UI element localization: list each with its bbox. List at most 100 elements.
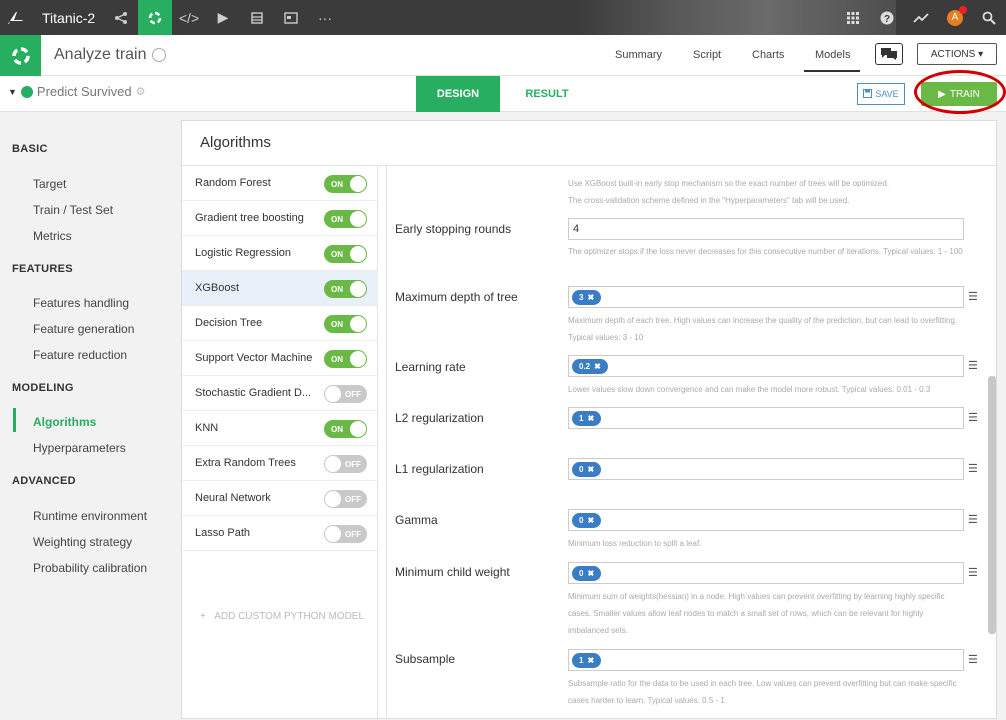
l1-regularization-input[interactable]: 0 ✖ [568,458,964,480]
algorithm-toggle[interactable]: OFF [324,385,367,403]
list-mode-icon[interactable]: ☰ [968,411,978,424]
run-icon[interactable]: ▶ [206,0,240,35]
user-avatar[interactable]: A [938,0,972,35]
list-mode-icon[interactable]: ☰ [968,566,978,579]
sidebar-item-algorithms[interactable]: Algorithms [33,415,96,429]
tab-models[interactable]: Models [804,49,860,72]
more-icon[interactable]: ··· [308,0,342,35]
design-tab[interactable]: DESIGN [416,76,500,112]
value-chip[interactable]: 0 ✖ [572,513,602,528]
algorithm-toggle[interactable]: ON [324,210,367,228]
algorithm-item[interactable]: Extra Random Trees OFF [182,446,378,481]
dashboard-icon[interactable] [274,0,308,35]
sidebar-item-feature-reduction[interactable]: Feature reduction [33,348,127,362]
notebook-icon[interactable] [240,0,274,35]
analysis-icon[interactable] [138,0,172,35]
apps-grid-icon[interactable] [836,0,870,35]
list-mode-icon[interactable]: ☰ [968,290,978,303]
task-selector[interactable]: ▼ Predict Survived ⚙ [8,84,145,99]
search-icon[interactable] [972,0,1006,35]
algorithm-toggle[interactable]: ON [324,350,367,368]
remove-chip-icon[interactable]: ✖ [587,465,594,474]
algorithm-toggle[interactable]: OFF [324,490,367,508]
algorithm-item[interactable]: Stochastic Gradient D... OFF [182,376,378,411]
code-icon[interactable]: </> [172,0,206,35]
save-button[interactable]: SAVE [857,83,905,105]
algorithm-toggle[interactable]: ON [324,245,367,263]
list-mode-icon[interactable]: ☰ [968,462,978,475]
algorithm-toggle[interactable]: OFF [324,455,367,473]
remove-chip-icon[interactable]: ✖ [587,569,594,578]
actions-dropdown[interactable]: ACTIONS ▾ [917,43,997,65]
algorithm-toggle[interactable]: ON [324,315,367,333]
subsample-input[interactable]: 1 ✖ [568,649,964,671]
value-chip[interactable]: 0 ✖ [572,462,602,477]
section-modeling: MODELING [12,382,74,394]
min-child-weight-input[interactable]: 0 ✖ [568,562,964,584]
sidebar-item-target[interactable]: Target [33,177,66,191]
sidebar-item-features-handling[interactable]: Features handling [33,296,129,310]
l1-regularization-label: L1 regularization [395,462,484,476]
l2-regularization-input[interactable]: 1 ✖ [568,407,964,429]
remove-chip-icon[interactable]: ✖ [594,362,601,371]
max-depth-input[interactable]: 3 ✖ [568,286,964,308]
algorithm-item[interactable]: KNN ON [182,411,378,446]
discussions-icon[interactable] [875,43,903,65]
tab-charts[interactable]: Charts [752,49,784,61]
remove-chip-icon[interactable]: ✖ [587,414,594,423]
help-icon[interactable]: ? [870,0,904,35]
flow-icon[interactable] [104,0,138,35]
sidebar-item-runtime-environment[interactable]: Runtime environment [33,509,147,523]
list-mode-icon[interactable]: ☰ [968,359,978,372]
sidebar-item-probability-calibration[interactable]: Probability calibration [33,561,147,575]
algorithm-item-selected[interactable]: XGBoost ON [182,271,378,306]
sidebar-item-feature-generation[interactable]: Feature generation [33,322,134,336]
algorithm-toggle[interactable]: ON [324,175,367,193]
add-custom-model-button[interactable]: + ADD CUSTOM PYTHON MODEL [200,611,364,622]
algorithm-name: XGBoost [195,282,240,294]
dataiku-logo-icon[interactable] [0,0,30,35]
algorithm-item[interactable]: Support Vector Machine ON [182,341,378,376]
algorithm-item[interactable]: Decision Tree ON [182,306,378,341]
remove-chip-icon[interactable]: ✖ [587,516,594,525]
algorithm-toggle[interactable]: ON [324,420,367,438]
value-chip[interactable]: 1 ✖ [572,411,602,426]
algorithm-item[interactable]: Gradient tree boosting ON [182,201,378,236]
analysis-header: Analyze train Summary Script Charts Mode… [0,35,1006,76]
remove-chip-icon[interactable]: ✖ [587,656,594,665]
toggle-state: ON [331,319,343,329]
settings-gear-icon[interactable]: ⚙ [136,85,146,98]
toggle-state: ON [331,424,343,434]
train-button[interactable]: ▶ TRAIN [921,82,997,106]
edit-title-icon[interactable] [152,48,166,62]
value-chip[interactable]: 0 ✖ [572,566,602,581]
list-mode-icon[interactable]: ☰ [968,513,978,526]
algorithm-item[interactable]: Logistic Regression ON [182,236,378,271]
algorithm-item[interactable]: Neural Network OFF [182,481,378,516]
algorithm-item[interactable]: Random Forest ON [182,166,378,201]
tab-script[interactable]: Script [693,49,721,61]
value-chip[interactable]: 0.2 ✖ [572,359,608,374]
project-name[interactable]: Titanic-2 [42,10,104,26]
sidebar-item-hyperparameters[interactable]: Hyperparameters [33,441,126,455]
scrollbar[interactable] [988,376,996,634]
early-stopping-rounds-input[interactable]: 4 [568,218,964,240]
activity-icon[interactable] [904,0,938,35]
tab-summary[interactable]: Summary [615,49,662,61]
result-tab[interactable]: RESULT [512,76,582,112]
value-chip[interactable]: 1 ✖ [572,653,602,668]
sidebar-item-train-test-set[interactable]: Train / Test Set [33,203,113,217]
algorithm-toggle[interactable]: ON [324,280,367,298]
algorithm-item[interactable]: Lasso Path OFF [182,516,378,551]
list-mode-icon[interactable]: ☰ [968,653,978,666]
algorithm-toggle[interactable]: OFF [324,525,367,543]
gamma-label: Gamma [395,513,438,527]
value-chip[interactable]: 3 ✖ [572,290,602,305]
chip-value: 0 [579,516,584,525]
sidebar-item-weighting-strategy[interactable]: Weighting strategy [33,535,132,549]
toggle-state: OFF [345,494,361,504]
learning-rate-input[interactable]: 0.2 ✖ [568,355,964,377]
remove-chip-icon[interactable]: ✖ [587,293,594,302]
sidebar-item-metrics[interactable]: Metrics [33,229,72,243]
gamma-input[interactable]: 0 ✖ [568,509,964,531]
